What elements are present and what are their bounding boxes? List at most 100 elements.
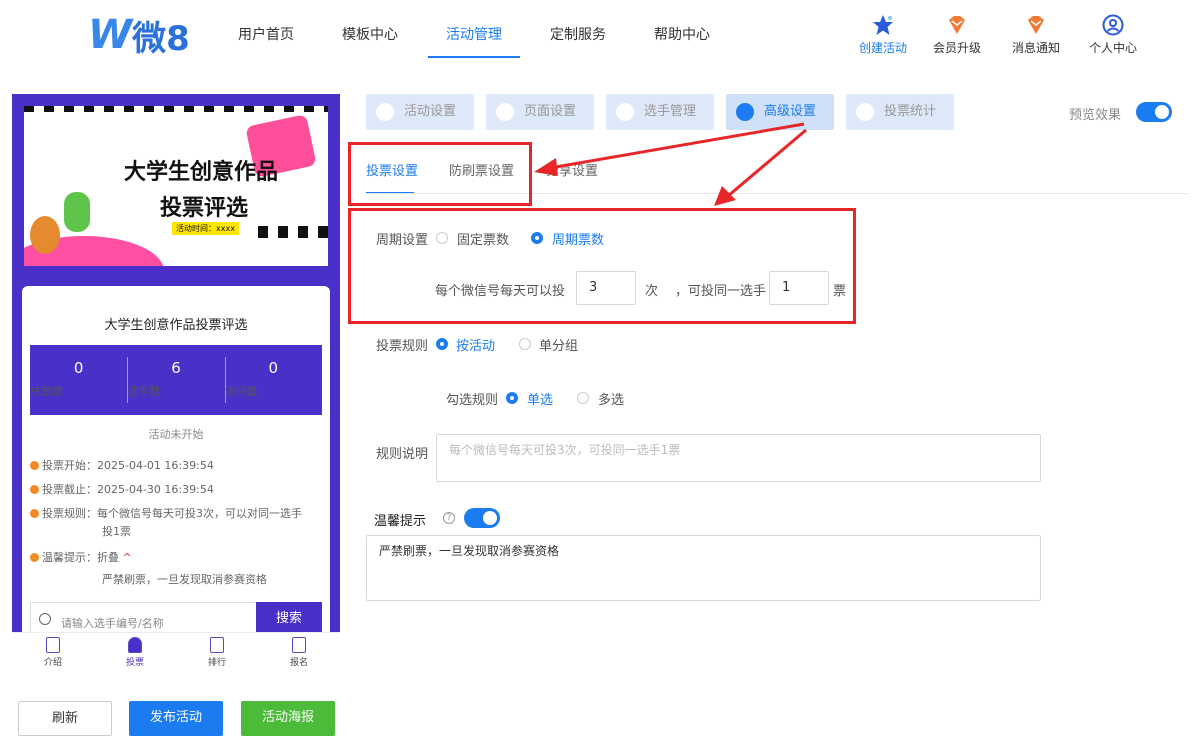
- nav-help[interactable]: 帮助中心: [654, 24, 710, 44]
- tab-page-settings[interactable]: 页面设置: [486, 94, 594, 130]
- rule-description-textarea[interactable]: 每个微信号每天可投3次，可投同一选手1票: [436, 434, 1041, 482]
- nav-active-indicator: [428, 56, 520, 58]
- member-upgrade-button[interactable]: 会员升级: [922, 14, 992, 56]
- tabbar-signup[interactable]: 报名: [258, 633, 340, 676]
- search-icon: [39, 613, 51, 625]
- vote-end-info: 投票截止：2025-04-30 16:39:54: [30, 482, 214, 498]
- tabbar-label: 报名: [289, 658, 308, 668]
- radio-by-activity-label[interactable]: 按活动: [456, 335, 495, 354]
- help-icon[interactable]: ?: [443, 512, 455, 524]
- nav-custom-service[interactable]: 定制服务: [550, 24, 606, 44]
- tab-label: 活动设置: [404, 104, 457, 119]
- tips-toggle[interactable]: [464, 508, 500, 528]
- member-upgrade-label: 会员升级: [932, 41, 981, 55]
- nav-home[interactable]: 用户首页: [238, 24, 294, 44]
- stat-value: 0: [73, 359, 84, 377]
- cycle-label: 周期设置: [376, 233, 429, 248]
- preview-toggle-label: 预览效果: [1069, 108, 1122, 123]
- create-activity-button[interactable]: 创建活动: [848, 14, 918, 56]
- vote-start-text: 投票开始：2025-04-01 16:39:54: [42, 459, 214, 472]
- stat-visits: 0 访问量: [224, 345, 322, 415]
- radio-multi[interactable]: [577, 392, 589, 404]
- tabbar-label: 介绍: [43, 658, 62, 668]
- banner-title-line1: 大学生创意作品: [124, 160, 279, 185]
- banner-title-line2: 投票评选: [160, 196, 249, 221]
- sliders-icon: [736, 103, 754, 121]
- tab-activity-settings[interactable]: 活动设置: [366, 94, 474, 130]
- notifications-button[interactable]: 消息通知: [1001, 14, 1071, 56]
- stat-label: 总票数: [30, 385, 63, 398]
- radio-by-group-label[interactable]: 单分组: [539, 335, 578, 354]
- radio-period-label[interactable]: 周期票数: [552, 229, 604, 248]
- tab-advanced-settings[interactable]: 高级设置: [726, 94, 834, 130]
- radio-fixed[interactable]: [436, 232, 448, 244]
- radio-multi-label[interactable]: 多选: [598, 389, 624, 408]
- tab-label: 选手管理: [644, 104, 697, 119]
- radio-period[interactable]: [531, 232, 543, 244]
- stat-value: 6: [171, 359, 181, 377]
- search-button[interactable]: 搜索: [256, 602, 322, 636]
- tips-label[interactable]: 温馨提示：折叠: [42, 551, 119, 564]
- top-header: W 微8 用户首页 模板中心 活动管理 定制服务 帮助中心 创建活动 会员升级 …: [0, 0, 1200, 70]
- select-rule-label: 勾选规则: [446, 393, 499, 408]
- publish-activity-button[interactable]: 发布活动: [129, 701, 223, 736]
- highlight-box-cycle: [348, 208, 856, 324]
- tab-player-management[interactable]: 选手管理: [606, 94, 714, 130]
- tabbar-vote[interactable]: 投票: [94, 633, 176, 676]
- radio-single-label[interactable]: 单选: [527, 389, 553, 408]
- tab-vote-statistics[interactable]: 投票统计: [846, 94, 954, 130]
- same-player-input[interactable]: 1: [769, 271, 829, 305]
- radio-by-activity[interactable]: [436, 338, 448, 350]
- search-input[interactable]: 请输入选手编号/名称: [61, 615, 164, 631]
- logo-mark: W: [88, 12, 132, 58]
- preview-tabbar: 介绍 投票 排行 报名: [12, 632, 340, 676]
- vote-rule-info: 投票规则：每个微信号每天可投3次，可以对同一选手: [30, 506, 302, 522]
- logo-text: 微8: [132, 18, 190, 59]
- notifications-label: 消息通知: [1011, 41, 1060, 55]
- tabbar-label: 投票: [125, 658, 144, 668]
- times-unit: 次: [645, 284, 659, 299]
- radio-single[interactable]: [506, 392, 518, 404]
- preview-toggle[interactable]: [1136, 102, 1172, 122]
- heart-icon: [376, 103, 394, 121]
- star-icon: [873, 15, 893, 35]
- bullet-dot: [30, 509, 39, 518]
- nav-activity-management[interactable]: 活动管理: [446, 24, 502, 44]
- arrow-head: [714, 186, 736, 206]
- subtab-share-settings[interactable]: 分享设置: [546, 160, 598, 179]
- per-day-input[interactable]: 3: [576, 271, 636, 305]
- stat-value: 0: [268, 359, 279, 377]
- person-icon: [128, 637, 142, 653]
- personal-center-button[interactable]: 个人中心: [1078, 14, 1148, 56]
- nav-templates[interactable]: 模板中心: [342, 24, 398, 44]
- cactus-illustration: [64, 192, 90, 232]
- activity-status: 活动未开始: [148, 428, 204, 441]
- tips-text: 严禁刷票，一旦发现取消参赛资格: [102, 573, 267, 586]
- vote-start-info: 投票开始：2025-04-01 16:39:54: [30, 458, 214, 474]
- refresh-button[interactable]: 刷新: [18, 701, 112, 736]
- tabbar-intro[interactable]: 介绍: [12, 633, 94, 676]
- tabbar-ranking[interactable]: 排行: [176, 633, 258, 676]
- bullet-dot: [30, 461, 39, 470]
- bar-chart-icon: [210, 637, 224, 653]
- chevron-up-icon[interactable]: ^: [123, 551, 132, 564]
- stat-players: 6 选手数: [127, 345, 224, 415]
- person-icon: [616, 103, 634, 121]
- preview-title: 大学生创意作品投票评选: [104, 318, 248, 333]
- tips-textarea[interactable]: 严禁刷票，一旦发现取消参赛资格: [366, 535, 1041, 601]
- activity-poster-button[interactable]: 活动海报: [241, 701, 335, 736]
- tab-label: 高级设置: [764, 104, 817, 119]
- preview-info-card: 大学生创意作品投票评选 0 总票数 6 选手数 0 访问量 活动未开始 投票开始…: [22, 286, 330, 636]
- per-day-label: 每个微信号每天可以投: [435, 284, 566, 299]
- same-player-label: ，可投同一选手: [675, 284, 767, 299]
- logo[interactable]: W 微8: [88, 12, 190, 59]
- stat-label: 选手数: [127, 385, 161, 398]
- radio-by-group[interactable]: [519, 338, 531, 350]
- vote-rule-text-2: 投1票: [102, 525, 131, 538]
- highlight-box-subtabs: [348, 142, 532, 206]
- personal-center-label: 个人中心: [1088, 41, 1137, 55]
- stats-bar: 0 总票数 6 选手数 0 访问量: [30, 345, 322, 415]
- radio-fixed-label[interactable]: 固定票数: [457, 229, 509, 248]
- id-card-icon: [292, 637, 306, 653]
- banner-checker-stripe: [24, 106, 328, 112]
